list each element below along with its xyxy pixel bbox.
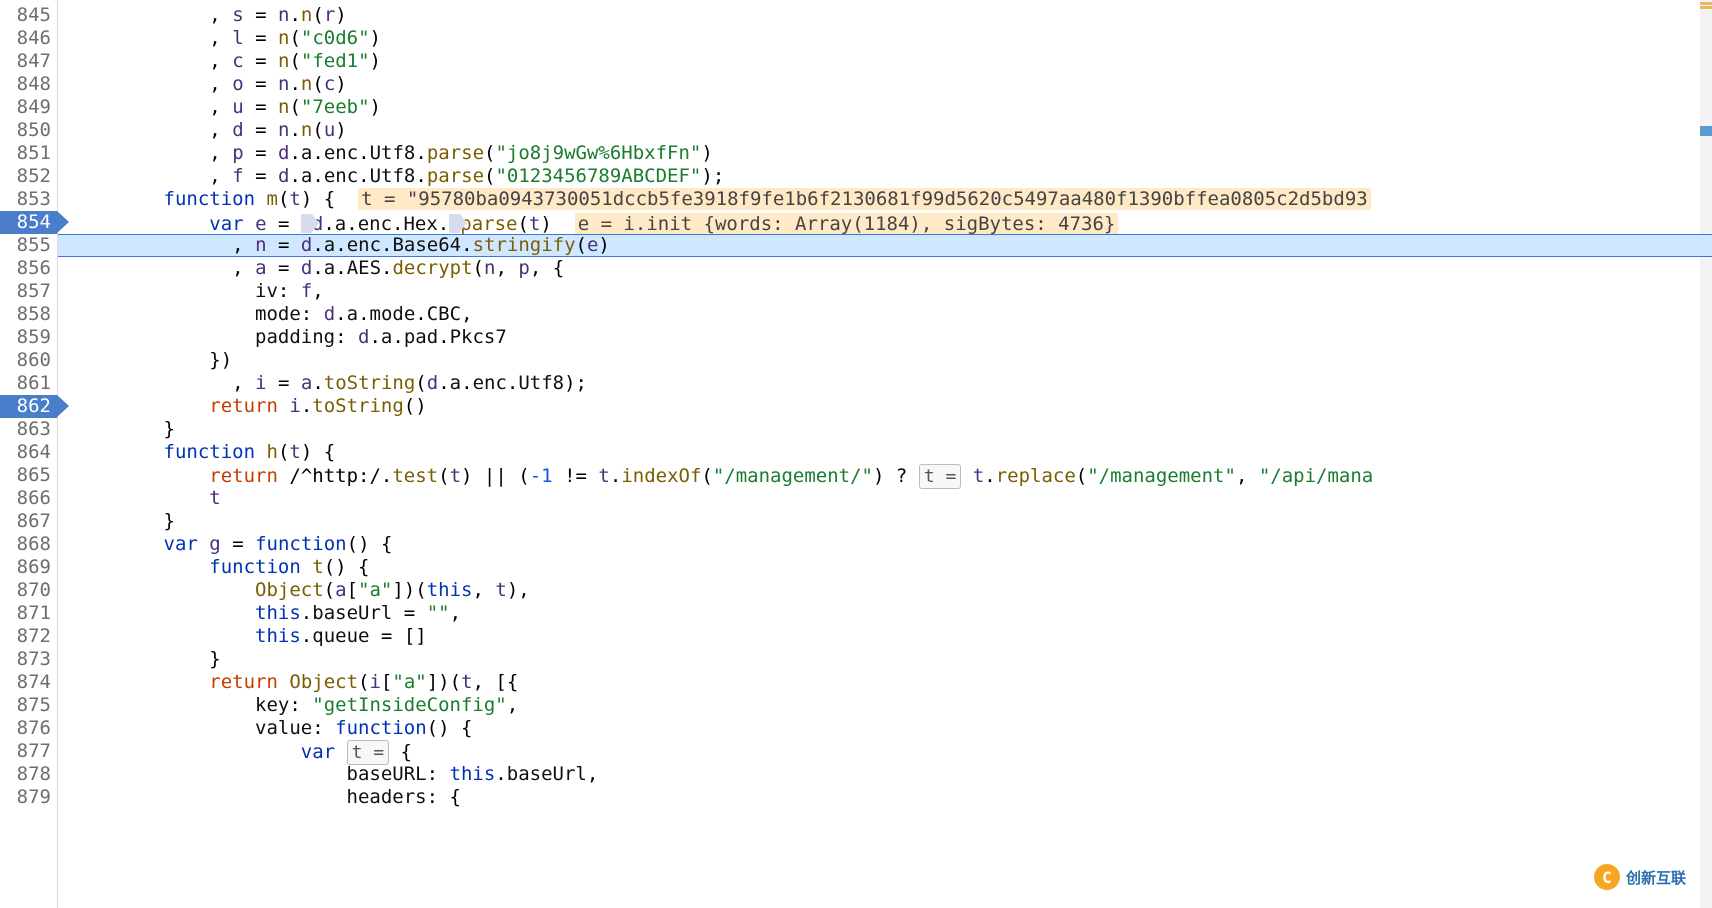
line-number[interactable]: 865 <box>0 464 57 487</box>
code-line[interactable]: , f = d.a.enc.Utf8.parse("0123456789ABCD… <box>58 165 1712 188</box>
line-number[interactable]: 857 <box>0 280 57 303</box>
line-number[interactable]: 861 <box>0 372 57 395</box>
line-number[interactable]: 867 <box>0 510 57 533</box>
code-line[interactable]: , o = n.n(c) <box>58 73 1712 96</box>
code-line[interactable]: , a = d.a.AES.decrypt(n, p, { <box>58 257 1712 280</box>
line-number[interactable]: 871 <box>0 602 57 625</box>
line-number[interactable]: 866 <box>0 487 57 510</box>
watermark-icon: C <box>1594 864 1620 890</box>
code-line[interactable]: } <box>58 418 1712 441</box>
code-line[interactable]: , i = a.toString(d.a.enc.Utf8); <box>58 372 1712 395</box>
code-line[interactable]: , l = n("c0d6") <box>58 27 1712 50</box>
code-line[interactable]: return i.toString() <box>58 395 1712 418</box>
line-number[interactable]: 874 <box>0 671 57 694</box>
line-number[interactable]: 848 <box>0 73 57 96</box>
code-editor[interactable]: 8458468478488498508518528538548558568578… <box>0 0 1712 908</box>
line-number[interactable]: 863 <box>0 418 57 441</box>
line-number[interactable]: 847 <box>0 50 57 73</box>
code-line[interactable]: mode: d.a.mode.CBC, <box>58 303 1712 326</box>
line-number[interactable]: 850 <box>0 119 57 142</box>
code-line[interactable]: }) <box>58 349 1712 372</box>
line-number[interactable]: 858 <box>0 303 57 326</box>
line-number[interactable]: 851 <box>0 142 57 165</box>
code-line[interactable]: padding: d.a.pad.Pkcs7 <box>58 326 1712 349</box>
line-number[interactable]: 873 <box>0 648 57 671</box>
line-number[interactable]: 862 <box>0 395 57 418</box>
code-line[interactable]: this.queue = [] <box>58 625 1712 648</box>
line-number[interactable]: 869 <box>0 556 57 579</box>
line-number[interactable]: 845 <box>0 4 57 27</box>
code-line[interactable]: } <box>58 510 1712 533</box>
line-number-gutter[interactable]: 8458468478488498508518528538548558568578… <box>0 0 58 908</box>
line-number[interactable]: 870 <box>0 579 57 602</box>
code-line[interactable]: key: "getInsideConfig", <box>58 694 1712 717</box>
line-number[interactable]: 879 <box>0 786 57 809</box>
code-line[interactable]: function m(t) { t = "95780ba0943730051dc… <box>58 188 1712 211</box>
line-number[interactable]: 846 <box>0 27 57 50</box>
code-line[interactable]: function t() { <box>58 556 1712 579</box>
watermark-text: 创新互联 <box>1626 867 1686 888</box>
code-line[interactable]: return /^http:/.test(t) || (-1 != t.inde… <box>58 464 1712 487</box>
code-line[interactable]: this.baseUrl = "", <box>58 602 1712 625</box>
line-number[interactable]: 877 <box>0 740 57 763</box>
line-number[interactable]: 856 <box>0 257 57 280</box>
code-line[interactable]: return Object(i["a"])(t, [{ <box>58 671 1712 694</box>
code-line[interactable]: var t = { <box>58 740 1712 763</box>
line-number[interactable]: 860 <box>0 349 57 372</box>
code-line[interactable]: baseURL: this.baseUrl, <box>58 763 1712 786</box>
line-number[interactable]: 868 <box>0 533 57 556</box>
code-line[interactable]: var e = d.a.enc.Hex.parse(t) e = i.init … <box>58 211 1712 234</box>
line-number[interactable]: 876 <box>0 717 57 740</box>
line-number[interactable]: 878 <box>0 763 57 786</box>
line-number[interactable]: 853 <box>0 188 57 211</box>
code-line[interactable]: iv: f, <box>58 280 1712 303</box>
line-number[interactable]: 849 <box>0 96 57 119</box>
code-line[interactable]: , s = n.n(r) <box>58 4 1712 27</box>
code-line[interactable]: } <box>58 648 1712 671</box>
code-area[interactable]: , s = n.n(r) , l = n("c0d6") , c = n("fe… <box>58 0 1712 908</box>
line-number[interactable]: 859 <box>0 326 57 349</box>
code-line[interactable]: function h(t) { <box>58 441 1712 464</box>
line-number[interactable]: 872 <box>0 625 57 648</box>
code-line[interactable]: Object(a["a"])(this, t), <box>58 579 1712 602</box>
code-line[interactable]: , n = d.a.enc.Base64.stringify(e) <box>58 234 1712 257</box>
line-number[interactable]: 864 <box>0 441 57 464</box>
code-line[interactable]: value: function() { <box>58 717 1712 740</box>
line-number[interactable]: 852 <box>0 165 57 188</box>
code-line[interactable]: var g = function() { <box>58 533 1712 556</box>
code-line[interactable]: , p = d.a.enc.Utf8.parse("jo8j9wGw%6Hbxf… <box>58 142 1712 165</box>
watermark: C 创新互联 <box>1594 864 1686 890</box>
line-number[interactable]: 855 <box>0 234 57 257</box>
line-number[interactable]: 854 <box>0 211 57 234</box>
code-line[interactable]: , c = n("fed1") <box>58 50 1712 73</box>
code-line[interactable]: , d = n.n(u) <box>58 119 1712 142</box>
code-line[interactable]: , u = n("7eeb") <box>58 96 1712 119</box>
code-line[interactable]: t <box>58 487 1712 510</box>
line-number[interactable]: 875 <box>0 694 57 717</box>
code-line[interactable]: headers: { <box>58 786 1712 809</box>
